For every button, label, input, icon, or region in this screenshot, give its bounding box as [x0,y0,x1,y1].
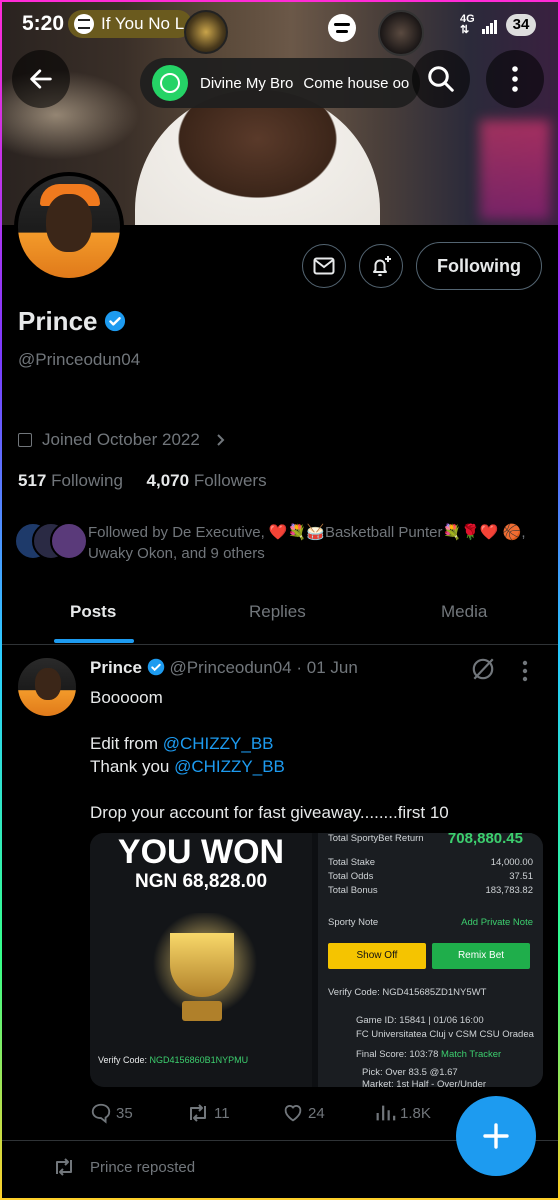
sporty-note-row: Sporty Note Add Private Note [328,917,533,928]
whatsapp-icon [152,65,188,101]
avatar [50,522,88,560]
plus-icon [483,1123,509,1149]
arrow-left-icon [30,69,52,89]
post-media[interactable]: YOU WON NGN 68,828.00 Verify Code: NGD41… [90,833,543,1087]
stake-row: Total Stake 14,000.00 [328,857,533,868]
reply-count: 35 [116,1104,133,1122]
won-amount: NGN 68,828.00 [134,871,268,892]
tab-replies[interactable]: Replies [249,602,306,622]
compose-button[interactable] [456,1096,536,1176]
reply-button[interactable]: 35 [90,1102,133,1124]
now-playing-title: If You No L [101,14,185,33]
trophy-icon [170,933,234,997]
followers-link[interactable]: 4,070 Followers [147,471,267,490]
following-link[interactable]: 517 Following [18,471,123,490]
profile-handle: @Princeodun04 [18,350,141,369]
calendar-icon [18,433,32,447]
repost-icon [190,1104,206,1122]
notification-sender: Divine My Bro [200,74,294,92]
envelope-icon [313,257,335,275]
repost-indicator: Prince reposted [52,1156,195,1178]
post-date: · 01 Jun [296,658,358,677]
reply-icon [91,1103,111,1124]
follow-stats: 517 Following 4,070 Followers [18,471,267,491]
status-bar: 5:20 If You No L 4G ⇅ 34 [0,0,560,56]
profile-avatar[interactable] [14,172,124,282]
more-options-button[interactable] [486,50,544,108]
network-indicator: 4G ⇅ [460,13,475,36]
like-count: 24 [308,1104,325,1122]
pick: Pick: Over 83.5 @1.67 [362,1067,458,1078]
spotify-status-icon [328,14,356,42]
post-line: Booooom [90,688,163,707]
signal-icon [482,16,498,34]
post-body: Booooom Edit from @CHIZZY_BB Thank you @… [90,686,545,824]
total-return-row: Total SportyBet Return 708,880.45 [328,833,523,847]
repost-count: 11 [214,1104,230,1122]
profile-name: Prince [18,306,98,336]
mention-link[interactable]: @CHIZZY_BB [163,734,274,753]
search-button[interactable] [412,50,470,108]
post-author-avatar[interactable] [18,658,76,716]
bonus-row: Total Bonus 183,783.82 [328,885,533,896]
grok-icon[interactable] [470,656,496,682]
message-button[interactable] [302,244,346,288]
vertical-dots-icon [512,66,518,92]
mention-link[interactable]: @CHIZZY_BB [174,757,285,776]
game-id: Game ID: 15841 | 01/06 16:00 [356,1015,484,1026]
heart-icon [284,1105,302,1122]
media-image-left[interactable]: YOU WON NGN 68,828.00 Verify Code: NGD41… [90,833,312,1087]
status-time: 5:20 [22,12,65,35]
bell-plus-icon [373,256,391,277]
verify-code-left: Verify Code: NGD4156860B1NYPMU [98,1055,249,1065]
view-count: 1.8K [400,1104,431,1122]
joined-date[interactable]: Joined October 2022 [18,430,228,450]
repost-icon [56,1158,72,1176]
media-image-right[interactable]: Total SportyBet Return 708,880.45 Total S… [318,833,543,1087]
repost-text: Prince reposted [90,1158,196,1176]
tab-posts[interactable]: Posts [70,602,116,622]
notifications-button[interactable] [359,244,403,288]
post-author-handle[interactable]: @Princeodun04 [169,658,291,677]
joined-text: Joined October 2022 [42,430,200,449]
repost-button[interactable]: 11 [186,1102,230,1124]
followed-by-avatars[interactable] [14,522,88,560]
verified-badge-icon [147,658,164,676]
won-title: YOU WON [117,833,285,871]
battery-indicator: 34 [506,14,536,36]
contact-avatar-icon [378,10,424,56]
chevron-right-icon [217,434,225,446]
following-button[interactable]: Following [416,242,542,290]
tab-media[interactable]: Media [441,602,487,622]
market: Market: 1st Half - Over/Under [362,1079,487,1087]
whatsapp-notification[interactable]: Divine My Bro Come house oo [140,58,420,108]
spotify-icon [74,14,94,34]
match-name: FC Universitatea Cluj v CSM CSU Oradea [356,1029,534,1040]
verified-badge-icon [104,310,126,332]
post-more-icon[interactable] [522,660,528,682]
post-author-name[interactable]: Prince [90,658,142,677]
search-icon [428,66,454,92]
followed-by-text[interactable]: Followed by De Executive, ❤️💐🥁Basketball… [88,522,548,564]
views-icon [376,1105,396,1121]
views-button[interactable]: 1.8K [374,1102,431,1124]
show-off-button: Show Off [328,943,426,969]
profile-tabs: Posts Replies Media [0,588,560,645]
final-score: Final Score: 103:78 Match Tracker [356,1049,502,1060]
post-line: Thank you [90,757,175,776]
post-header: Prince @Princeodun04 · 01 Jun [90,658,358,678]
active-tab-indicator [54,639,134,643]
album-art-icon [184,10,228,54]
like-button[interactable]: 24 [282,1102,325,1124]
verify-code-right: Verify Code: NGD415685ZD1NY5WT [328,987,487,998]
post-line: Edit from [90,734,163,753]
notification-message: Come house oo [303,74,410,92]
post-line: Drop your account for fast giveaway.....… [90,803,449,822]
odds-row: Total Odds 37.51 [328,871,533,882]
remix-bet-button: Remix Bet [432,943,530,969]
now-playing-pill[interactable]: If You No L [68,10,192,38]
back-button[interactable] [12,50,70,108]
